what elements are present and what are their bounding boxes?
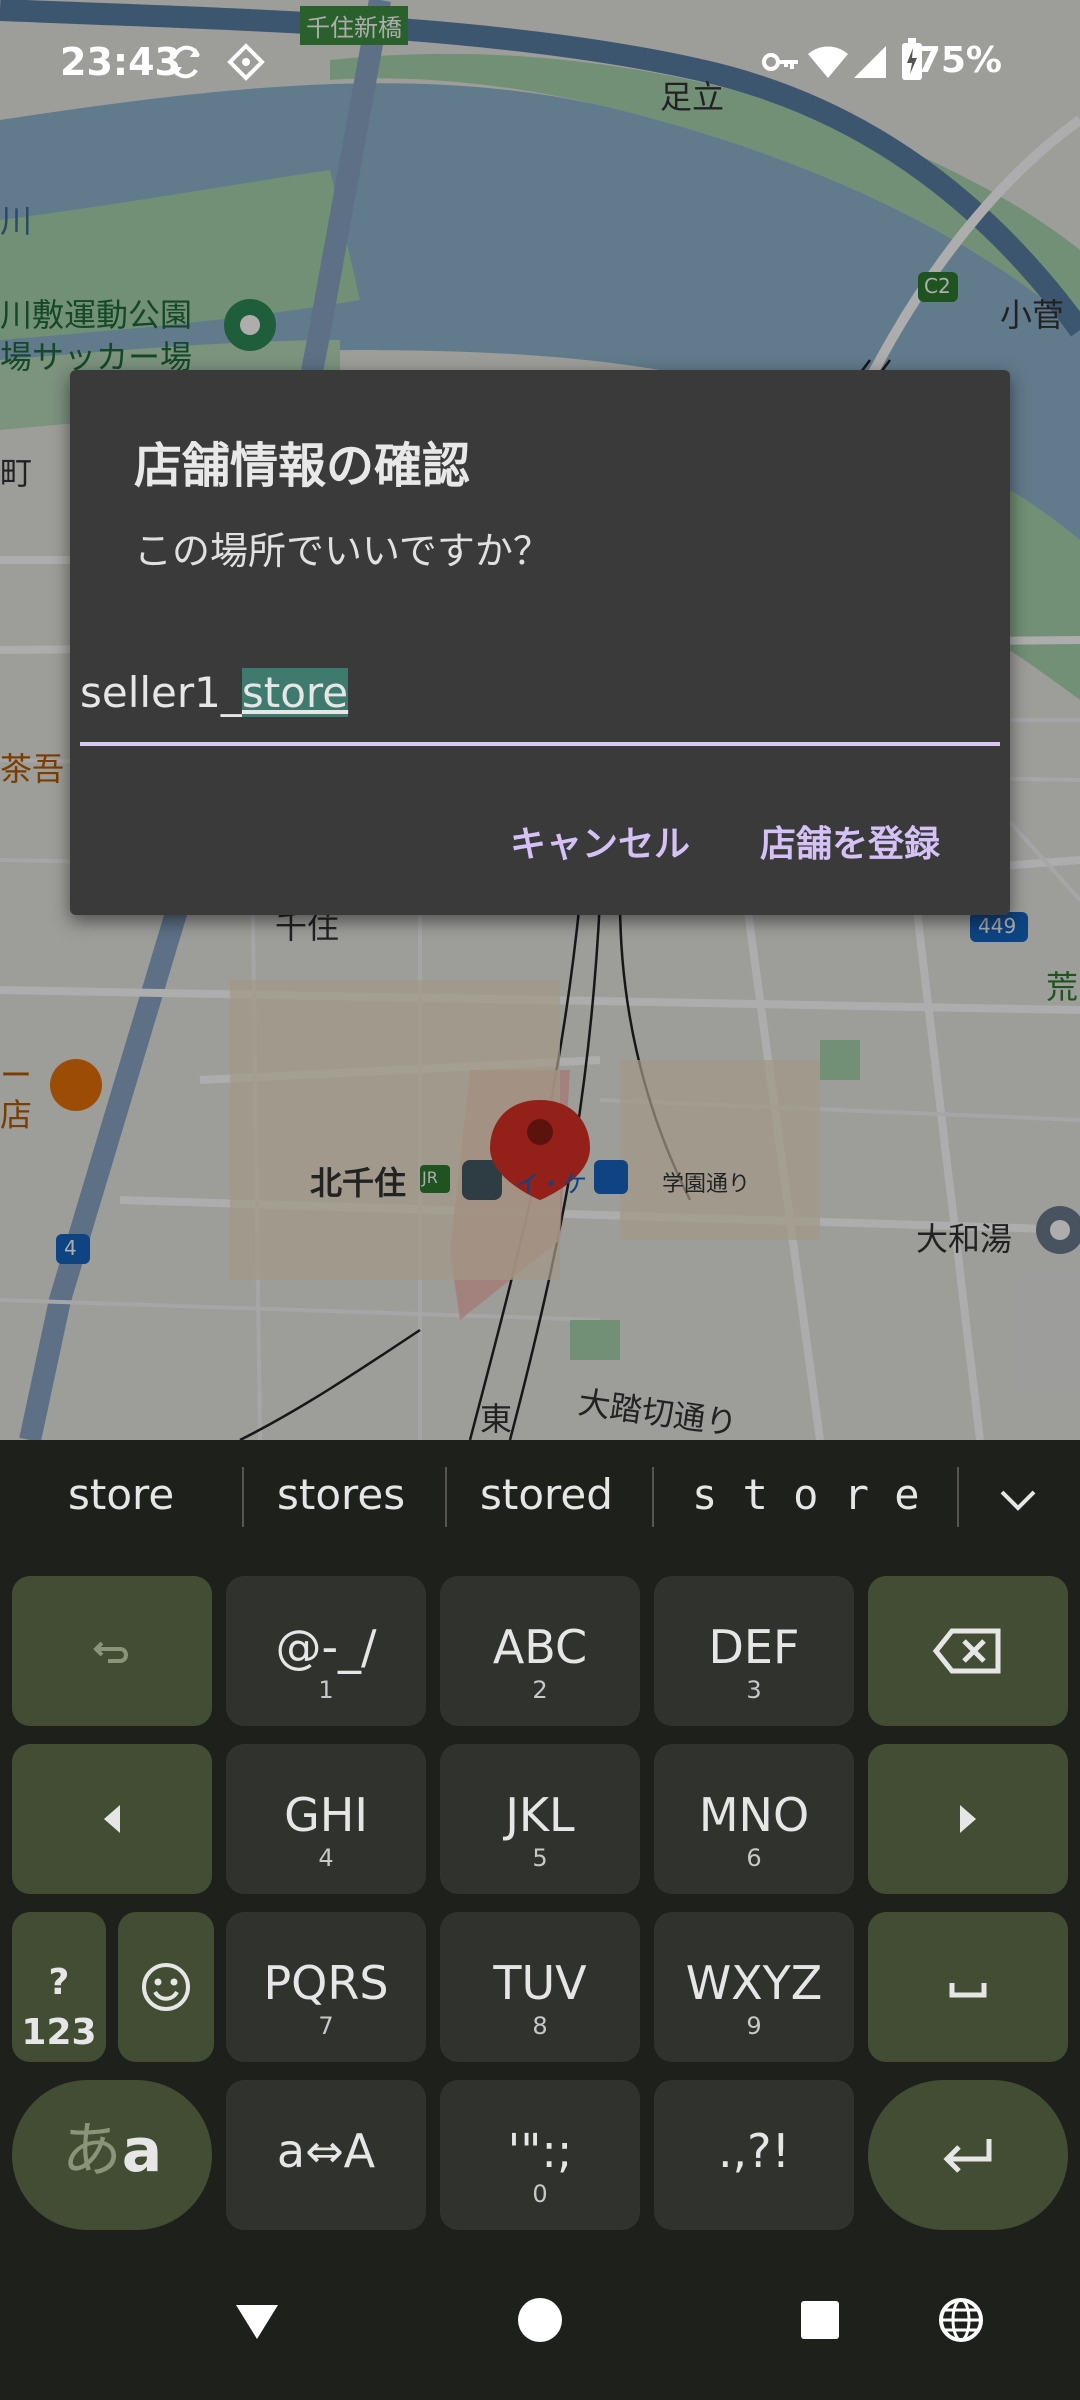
- suggestion-divider: [242, 1467, 244, 1527]
- key-6[interactable]: MNO 6: [654, 1744, 854, 1894]
- backspace-icon: [868, 1621, 1068, 1695]
- key-5-number: 5: [532, 1844, 548, 1872]
- symbols-key[interactable]: ?123: [12, 1912, 106, 2062]
- key-9-number: 9: [746, 2012, 762, 2040]
- space-key[interactable]: [868, 1912, 1068, 2062]
- enter-icon: [868, 2125, 1068, 2199]
- key-2-number: 2: [532, 1676, 548, 1704]
- language-icon[interactable]: [936, 2295, 986, 2349]
- key-7-number: 7: [318, 2012, 334, 2040]
- suggestion-divider: [957, 1467, 959, 1527]
- key-8[interactable]: TUV 8: [440, 1912, 640, 2062]
- case-toggle-label: a⇔A: [276, 2124, 376, 2178]
- store-confirm-dialog: 店舗情報の確認 この場所でいいですか？ seller1_store キャンセル …: [70, 370, 1010, 915]
- location-icon: [226, 42, 266, 86]
- enter-key[interactable]: [868, 2080, 1068, 2230]
- suggestion-divider: [652, 1467, 654, 1527]
- suggestion-strip: store stores stored s t o r e: [0, 1440, 1080, 1560]
- input-mode-key[interactable]: あa: [12, 2080, 212, 2230]
- key-4-label: GHI: [284, 1788, 368, 1842]
- key-6-label: MNO: [698, 1788, 810, 1842]
- left-arrow-icon: [12, 1789, 212, 1863]
- key-7-label: PQRS: [263, 1956, 389, 2010]
- battery-percentage: 75%: [915, 40, 1002, 81]
- key-4[interactable]: GHI 4: [226, 1744, 426, 1894]
- cursor-right-key[interactable]: [868, 1744, 1068, 1894]
- key-0[interactable]: '":; 0: [440, 2080, 640, 2230]
- backspace-key[interactable]: [868, 1576, 1068, 1726]
- right-arrow-icon: [868, 1789, 1068, 1863]
- case-toggle-key[interactable]: a⇔A: [226, 2080, 426, 2230]
- cursor-left-key[interactable]: [12, 1744, 212, 1894]
- status-clock: 23:43: [60, 40, 181, 84]
- emoji-icon: [118, 1957, 214, 2031]
- punctuation-key[interactable]: .,?!: [654, 2080, 854, 2230]
- home-icon[interactable]: [515, 2295, 565, 2349]
- key-8-label: TUV: [493, 1956, 587, 2010]
- navigation-bar: [0, 2240, 1080, 2400]
- store-name-input-underline: [80, 742, 1000, 746]
- cancel-button[interactable]: キャンセル: [510, 815, 690, 867]
- key-7[interactable]: PQRS 7: [226, 1912, 426, 2062]
- suggestion-store[interactable]: store: [68, 1470, 174, 1519]
- vpn-key-icon: [760, 42, 800, 86]
- space-icon: [868, 1957, 1068, 2031]
- keyboard: @-_/ 1 ABC 2 DEF 3 GHI 4 JKL 5 MNO 6 ?12…: [0, 1560, 1080, 2240]
- key-0-number: 0: [532, 2180, 548, 2208]
- key-1-label: @-_/: [275, 1620, 377, 1674]
- back-icon[interactable]: [232, 2295, 282, 2349]
- key-6-number: 6: [746, 1844, 762, 1872]
- dialog-title: 店舗情報の確認: [134, 438, 471, 494]
- signal-icon: [852, 42, 888, 86]
- input-mode-latin: a: [121, 2116, 163, 2186]
- chevron-down-icon[interactable]: [996, 1480, 1040, 1524]
- punctuation-key-label: .,?!: [717, 2124, 791, 2178]
- key-8-number: 8: [532, 2012, 548, 2040]
- suggestion-stores[interactable]: stores: [277, 1470, 405, 1519]
- key-5[interactable]: JKL 5: [440, 1744, 640, 1894]
- symbols-key-label: ?123: [21, 1962, 97, 2053]
- key-9-label: WXYZ: [685, 1956, 823, 2010]
- store-name-input-text[interactable]: seller1_store: [80, 665, 349, 721]
- key-4-number: 4: [318, 1844, 334, 1872]
- store-name-composing-text: store: [241, 668, 349, 717]
- emoji-key[interactable]: [118, 1912, 214, 2062]
- undo-icon: [12, 1621, 212, 1695]
- suggestion-spaced-store[interactable]: s t o r e: [692, 1470, 920, 1519]
- key-1[interactable]: @-_/ 1: [226, 1576, 426, 1726]
- key-1-number: 1: [318, 1676, 334, 1704]
- key-3[interactable]: DEF 3: [654, 1576, 854, 1726]
- undo-key[interactable]: [12, 1576, 212, 1726]
- store-name-prefix: seller1_: [80, 668, 242, 717]
- key-3-number: 3: [746, 1676, 762, 1704]
- key-2-label: ABC: [492, 1620, 588, 1674]
- key-0-label: '":;: [507, 2124, 573, 2178]
- recents-icon[interactable]: [797, 2295, 843, 2349]
- input-mode-kana: あ: [61, 2116, 122, 2186]
- input-mode-label: あa: [12, 2116, 212, 2186]
- register-store-button[interactable]: 店舗を登録: [760, 815, 940, 867]
- dialog-message: この場所でいいですか？: [134, 529, 551, 573]
- key-2[interactable]: ABC 2: [440, 1576, 640, 1726]
- key-3-label: DEF: [708, 1620, 800, 1674]
- wifi-icon: [806, 42, 850, 86]
- status-bar: 23:43 75%: [0, 0, 1080, 130]
- sync-icon: [166, 42, 206, 86]
- suggestion-divider: [445, 1467, 447, 1527]
- key-9[interactable]: WXYZ 9: [654, 1912, 854, 2062]
- store-name-input[interactable]: seller1_store: [80, 665, 1000, 735]
- key-5-label: JKL: [505, 1788, 575, 1842]
- suggestion-stored[interactable]: stored: [480, 1470, 613, 1519]
